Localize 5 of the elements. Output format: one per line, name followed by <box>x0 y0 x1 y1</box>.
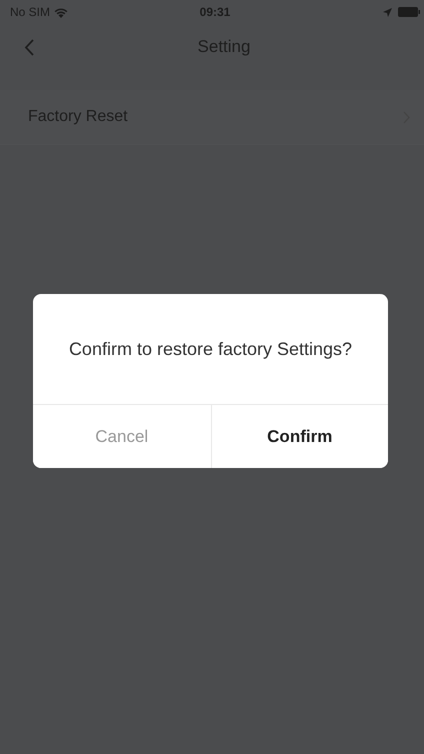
battery-icon <box>398 7 420 17</box>
confirm-button[interactable]: Confirm <box>210 405 388 468</box>
location-arrow-icon <box>383 8 392 16</box>
back-icon[interactable] <box>24 38 34 56</box>
wifi-icon <box>54 6 68 18</box>
